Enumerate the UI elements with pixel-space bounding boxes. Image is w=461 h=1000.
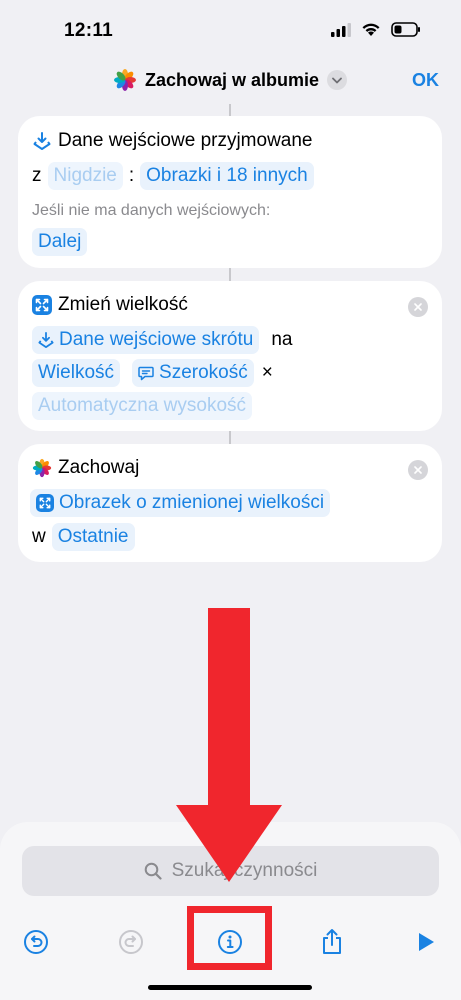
ok-button[interactable]: OK	[412, 70, 439, 91]
na-label: na	[271, 329, 293, 350]
chevron-down-icon	[327, 70, 348, 90]
resize-image-icon	[32, 295, 52, 315]
close-icon[interactable]	[408, 297, 428, 317]
close-icon[interactable]	[408, 460, 428, 480]
battery-icon	[391, 22, 420, 37]
card-title: Zmień wielkość	[58, 294, 188, 315]
cellular-signal-icon	[331, 22, 351, 37]
width-token[interactable]: Szerokość	[132, 359, 254, 387]
share-button[interactable]	[318, 928, 346, 956]
photos-app-icon	[32, 458, 52, 478]
colon-label: :	[128, 165, 135, 186]
share-icon	[323, 929, 341, 954]
run-button[interactable]	[412, 928, 440, 956]
status-time: 12:11	[64, 20, 114, 41]
token-label: Obrazek o zmienionej wielkości	[59, 492, 325, 513]
undo-button[interactable]	[22, 928, 50, 956]
search-icon	[144, 862, 162, 880]
status-icons	[331, 22, 421, 37]
photos-app-icon	[114, 69, 136, 91]
shortcut-title: Zachowaj w albumie	[145, 69, 320, 90]
album-token[interactable]: Ostatnie	[51, 523, 135, 551]
shortcut-input-token[interactable]: Dane wejściowe skrótu	[32, 326, 260, 354]
resize-image-icon	[36, 494, 54, 512]
size-mode-token[interactable]: Wielkość	[32, 359, 121, 387]
undo-icon	[24, 930, 48, 954]
card-title: Dane wejściowe przyjmowane	[58, 130, 313, 151]
shortcut-input-icon	[38, 331, 54, 348]
text-bubble-icon	[138, 366, 154, 380]
home-indicator	[148, 985, 312, 990]
redo-button[interactable]	[117, 928, 145, 956]
wifi-icon	[362, 23, 380, 36]
input-types-token[interactable]: Obrazki i 18 innych	[140, 162, 314, 190]
shortcut-input-card[interactable]: Dane wejściowe przyjmowane z Nigdzie : O…	[18, 116, 442, 268]
annotation-highlight-box	[187, 906, 272, 970]
card-title: Zachowaj	[58, 457, 140, 478]
search-placeholder: Szukaj czynności	[171, 860, 318, 881]
times-label: ×	[261, 362, 273, 383]
token-label: Szerokość	[159, 362, 248, 383]
search-input[interactable]: Szukaj czynności	[22, 846, 439, 896]
source-token[interactable]: Nigdzie	[47, 162, 123, 190]
resize-image-action-card[interactable]: Zmień wielkość Dane wejściowe skrótu na …	[18, 281, 442, 431]
height-token[interactable]: Automatyczna wysokość	[32, 392, 253, 420]
resized-image-token[interactable]: Obrazek o zmienionej wielkości	[30, 489, 331, 517]
nav-bar: Zachowaj w albumie OK	[0, 60, 461, 106]
shortcut-title-menu[interactable]: Zachowaj w albumie	[113, 68, 348, 92]
play-icon	[419, 933, 434, 951]
shortcut-input-icon	[32, 131, 52, 151]
token-label: Dane wejściowe skrótu	[59, 329, 254, 350]
no-input-label: Jeśli nie ma danych wejściowych:	[32, 202, 271, 219]
from-label: z	[32, 165, 42, 186]
no-input-action-token[interactable]: Dalej	[32, 228, 88, 256]
w-label: w	[32, 526, 46, 547]
redo-icon	[119, 930, 143, 954]
status-bar: 12:11	[0, 0, 461, 60]
save-to-album-action-card[interactable]: Zachowaj Obrazek o zmienionej wielkości …	[18, 444, 442, 562]
